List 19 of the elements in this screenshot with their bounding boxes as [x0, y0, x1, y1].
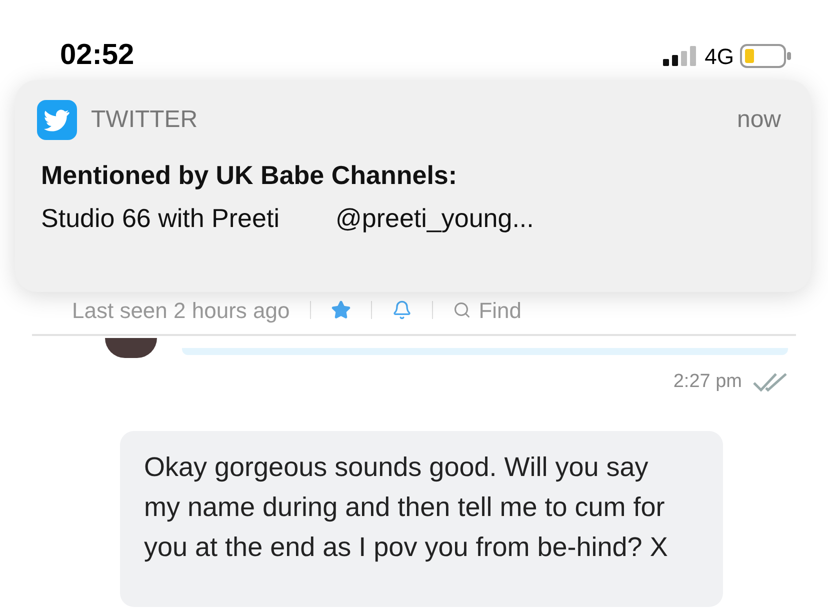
battery-icon	[740, 44, 792, 68]
notification-handle: @preeti_young...	[335, 202, 534, 235]
notification-body: Studio 66 with Preeti	[41, 202, 280, 235]
app-name: TWITTER	[91, 105, 198, 135]
signal-icon	[662, 46, 699, 66]
search-icon	[452, 301, 471, 319]
avatar	[105, 338, 157, 358]
star-icon[interactable]	[330, 300, 351, 320]
bell-icon[interactable]	[392, 300, 412, 320]
network-label: 4G	[704, 42, 734, 70]
message-time: 2:27 pm	[673, 370, 742, 394]
message-text: Okay gorgeous sounds good. Will you say my name during and then tell me to cum for you at the end as I pov you from be-hind? X	[144, 450, 669, 564]
double-check-icon	[752, 372, 788, 392]
status-time: 02:52	[60, 38, 134, 74]
notification-card[interactable]: TWITTER now Mentioned by UK Babe Channels: Studio 66 with Preeti @preeti_young...	[15, 80, 811, 292]
last-seen-text: Last seen 2 hours ago	[72, 296, 290, 325]
notification-title: Mentioned by UK Babe Channels:	[41, 159, 458, 192]
bird-icon	[37, 100, 77, 140]
notification-time: now	[736, 105, 781, 135]
